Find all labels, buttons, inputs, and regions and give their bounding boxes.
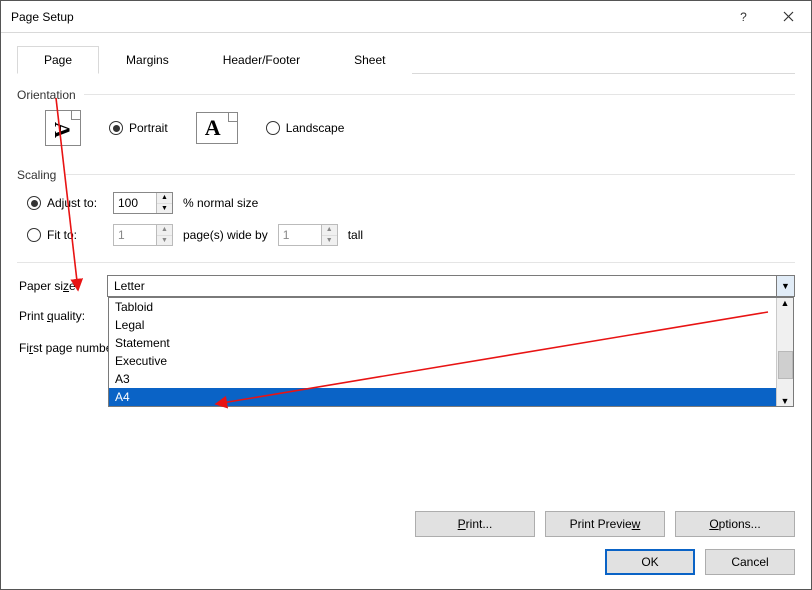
orientation-label: Orientation: [17, 88, 76, 102]
dialog-content: Page Margins Header/Footer Sheet Orienta…: [1, 33, 811, 511]
fit-to-radio[interactable]: Fit to:: [27, 228, 103, 242]
paper-option[interactable]: Statement: [109, 334, 776, 352]
scaling-group-header: Scaling: [17, 164, 795, 182]
adjust-to-row: Adjust to: ▲▼ % normal size: [17, 192, 795, 214]
ok-button[interactable]: OK: [605, 549, 695, 575]
fit-to-row: Fit to: ▲▼ page(s) wide by ▲▼ tall: [17, 224, 795, 246]
portrait-text: Portrait: [129, 121, 168, 135]
paper-size-options: Tabloid Legal Statement Executive A3 A4: [109, 298, 776, 406]
fit-tall-spinbox[interactable]: ▲▼: [278, 224, 338, 246]
paper-option[interactable]: Legal: [109, 316, 776, 334]
scroll-up-icon: ▲: [781, 298, 790, 308]
titlebar: Page Setup ?: [1, 1, 811, 33]
fit-wide-suffix: page(s) wide by: [183, 228, 268, 242]
divider: [17, 262, 795, 263]
spin-buttons[interactable]: ▲▼: [156, 193, 172, 213]
fit-wide-input[interactable]: [114, 225, 156, 245]
tab-header-footer[interactable]: Header/Footer: [196, 46, 327, 74]
adjust-to-input[interactable]: [114, 193, 156, 213]
paper-option-selected[interactable]: A4: [109, 388, 776, 406]
landscape-icon: [196, 112, 238, 144]
tab-strip: Page Margins Header/Footer Sheet: [17, 45, 795, 74]
scroll-down-icon: ▼: [781, 396, 790, 406]
close-button[interactable]: [766, 1, 811, 33]
print-quality-label: Print quality:: [17, 309, 107, 323]
spin-buttons[interactable]: ▲▼: [321, 225, 337, 245]
tab-page[interactable]: Page: [17, 46, 99, 74]
tab-margins[interactable]: Margins: [99, 46, 196, 74]
page-panel: Orientation Portrait Landscape Scaling: [17, 74, 795, 355]
radio-icon: [109, 121, 123, 135]
close-icon: [783, 11, 794, 22]
scaling-label: Scaling: [17, 168, 56, 182]
portrait-icon: [45, 110, 81, 146]
radio-icon: [27, 196, 41, 210]
help-button[interactable]: ?: [721, 1, 766, 33]
spin-buttons[interactable]: ▲▼: [156, 225, 172, 245]
paper-size-label: Paper size:: [17, 279, 107, 293]
dropdown-scrollbar[interactable]: ▲ ▼: [776, 298, 793, 406]
fit-to-text: Fit to:: [47, 228, 77, 242]
tab-sheet[interactable]: Sheet: [327, 46, 412, 74]
adjust-to-suffix: % normal size: [183, 196, 258, 210]
adjust-to-text: Adjust to:: [47, 196, 97, 210]
adjust-to-spinbox[interactable]: ▲▼: [113, 192, 173, 214]
print-preview-button[interactable]: Print Preview: [545, 511, 665, 537]
print-button[interactable]: Print...: [415, 511, 535, 537]
portrait-radio[interactable]: Portrait: [109, 121, 168, 135]
options-button[interactable]: Options...: [675, 511, 795, 537]
paper-option[interactable]: Executive: [109, 352, 776, 370]
action-button-row: Print... Print Preview Options...: [1, 511, 811, 537]
paper-size-value: Letter: [108, 279, 776, 293]
adjust-to-radio[interactable]: Adjust to:: [27, 196, 103, 210]
paper-size-dropdown: Tabloid Legal Statement Executive A3 A4 …: [108, 297, 794, 407]
fit-tall-input[interactable]: [279, 225, 321, 245]
combo-dropdown-button[interactable]: ▼: [776, 276, 794, 296]
orientation-row: Portrait Landscape: [17, 110, 795, 146]
landscape-radio[interactable]: Landscape: [266, 121, 345, 135]
landscape-text: Landscape: [286, 121, 345, 135]
radio-icon: [27, 228, 41, 242]
scroll-thumb[interactable]: [778, 351, 793, 379]
paper-option[interactable]: A3: [109, 370, 776, 388]
radio-icon: [266, 121, 280, 135]
chevron-down-icon: ▼: [781, 281, 790, 291]
page-setup-dialog: Page Setup ? Page Margins Header/Footer …: [0, 0, 812, 590]
paper-size-combo[interactable]: Letter ▼ Tabloid Legal Statement Executi…: [107, 275, 795, 297]
orientation-group-header: Orientation: [17, 84, 795, 102]
footer-button-row: OK Cancel: [1, 537, 811, 589]
fit-wide-spinbox[interactable]: ▲▼: [113, 224, 173, 246]
cancel-button[interactable]: Cancel: [705, 549, 795, 575]
paper-option[interactable]: Tabloid: [109, 298, 776, 316]
paper-size-row: Paper size: Letter ▼ Tabloid Legal State…: [17, 275, 795, 297]
fit-tall-suffix: tall: [348, 228, 363, 242]
dialog-title: Page Setup: [11, 10, 721, 24]
